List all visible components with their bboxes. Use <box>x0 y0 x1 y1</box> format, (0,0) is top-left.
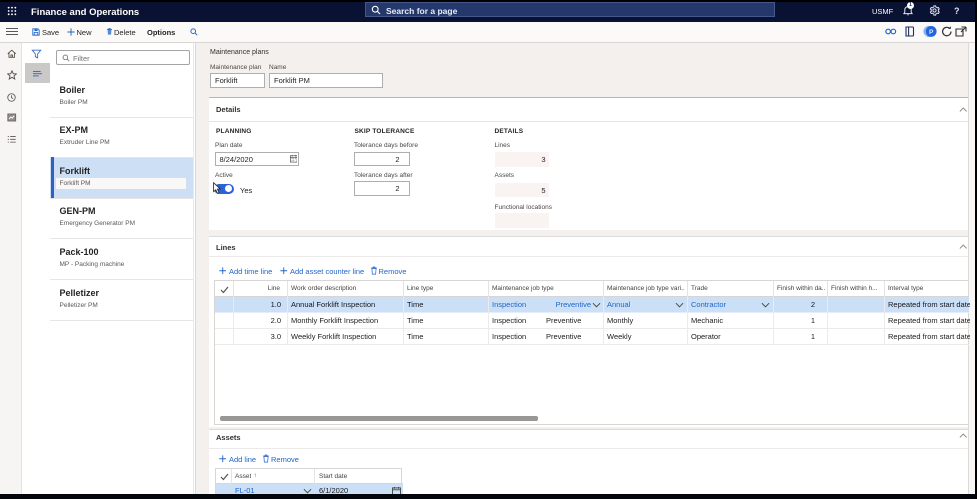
svg-text:P: P <box>929 28 934 35</box>
